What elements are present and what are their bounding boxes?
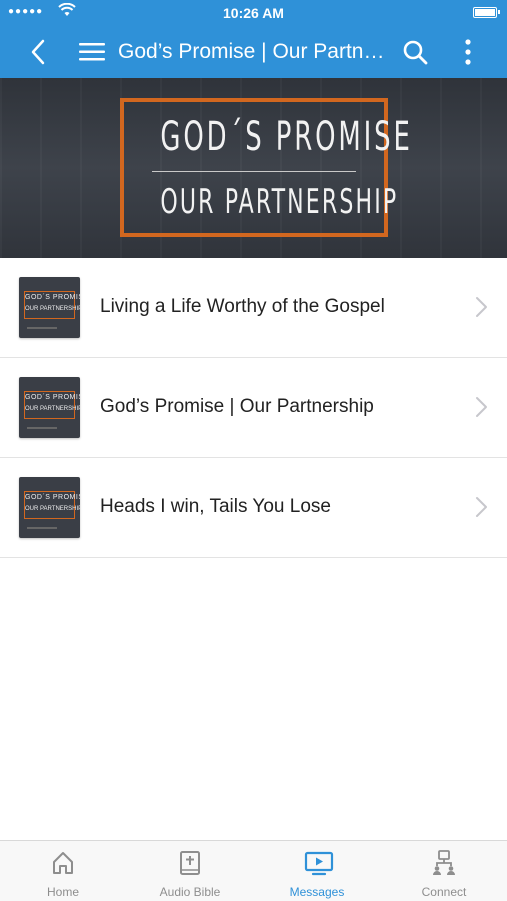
thumbnail-title-line2: OUR PARTNERSHIP bbox=[25, 506, 80, 512]
thumbnail-title-line2: OUR PARTNERSHIP bbox=[25, 306, 80, 312]
tab-label: Connect bbox=[421, 885, 467, 899]
more-vertical-icon[interactable] bbox=[458, 38, 478, 66]
banner-title-line1: GOD´S PROMISE bbox=[160, 114, 413, 160]
chevron-right-icon bbox=[474, 296, 488, 318]
banner-divider bbox=[152, 171, 356, 172]
search-icon[interactable] bbox=[402, 39, 428, 65]
series-banner: GOD´S PROMISE OUR PARTNERSHIP bbox=[0, 78, 507, 258]
message-title: God’s Promise | Our Partnership bbox=[100, 396, 374, 417]
thumbnail-title-line1: GOD´S PROMISE bbox=[25, 394, 80, 401]
navigation-bar: God’s Promise | Our Partnership bbox=[0, 26, 507, 78]
message-title: Living a Life Worthy of the Gospel bbox=[100, 296, 385, 317]
message-thumbnail: GOD´S PROMISE OUR PARTNERSHIP bbox=[19, 477, 80, 538]
tab-label: Messages bbox=[289, 885, 345, 899]
list-item[interactable]: GOD´S PROMISE OUR PARTNERSHIP God’s Prom… bbox=[0, 358, 507, 458]
chevron-right-icon bbox=[474, 496, 488, 518]
list-item[interactable]: GOD´S PROMISE OUR PARTNERSHIP Living a L… bbox=[0, 258, 507, 358]
list-item[interactable]: GOD´S PROMISE OUR PARTNERSHIP Heads I wi… bbox=[0, 458, 507, 558]
thumbnail-frame: GOD´S PROMISE OUR PARTNERSHIP bbox=[24, 491, 80, 519]
banner-title-line2: OUR PARTNERSHIP bbox=[160, 182, 399, 222]
home-icon bbox=[50, 850, 76, 876]
banner-frame: GOD´S PROMISE OUR PARTNERSHIP bbox=[120, 98, 413, 237]
thumbnail-footer bbox=[27, 427, 57, 429]
tab-audio-bible[interactable]: Audio Bible bbox=[127, 841, 253, 901]
message-list: GOD´S PROMISE OUR PARTNERSHIP Living a L… bbox=[0, 258, 507, 558]
thumbnail-footer bbox=[27, 527, 57, 529]
status-time: 10:26 AM bbox=[223, 5, 284, 21]
thumbnail-title-line2: OUR PARTNERSHIP bbox=[25, 406, 80, 412]
people-icon bbox=[431, 850, 457, 876]
page-title: God’s Promise | Our Partnership bbox=[118, 40, 393, 63]
thumbnail-frame: GOD´S PROMISE OUR PARTNERSHIP bbox=[24, 391, 80, 419]
message-thumbnail: GOD´S PROMISE OUR PARTNERSHIP bbox=[19, 377, 80, 438]
tab-label: Home bbox=[46, 885, 79, 899]
message-title: Heads I win, Tails You Lose bbox=[100, 496, 331, 517]
app-header: ●●●●● 10:26 AM God’s Promise | Our Partn… bbox=[0, 0, 507, 78]
thumbnail-title-line1: GOD´S PROMISE bbox=[25, 494, 80, 501]
bible-icon bbox=[177, 850, 203, 876]
message-thumbnail: GOD´S PROMISE OUR PARTNERSHIP bbox=[19, 277, 80, 338]
status-bar: ●●●●● 10:26 AM bbox=[0, 0, 507, 26]
hamburger-icon[interactable] bbox=[78, 40, 106, 64]
tab-label: Audio Bible bbox=[159, 885, 221, 899]
battery-icon bbox=[473, 7, 500, 18]
thumbnail-title-line1: GOD´S PROMISE bbox=[25, 294, 80, 301]
chevron-right-icon bbox=[474, 396, 488, 418]
tab-home[interactable]: Home bbox=[0, 841, 126, 901]
tab-messages[interactable]: Messages bbox=[254, 841, 380, 901]
tab-bar: Home Audio Bible Messages Connect bbox=[0, 840, 507, 901]
chevron-left-icon[interactable] bbox=[26, 38, 52, 66]
thumbnail-footer bbox=[27, 327, 57, 329]
thumbnail-frame: GOD´S PROMISE OUR PARTNERSHIP bbox=[24, 291, 80, 319]
tv-play-icon bbox=[304, 850, 334, 876]
tab-connect[interactable]: Connect bbox=[381, 841, 507, 901]
